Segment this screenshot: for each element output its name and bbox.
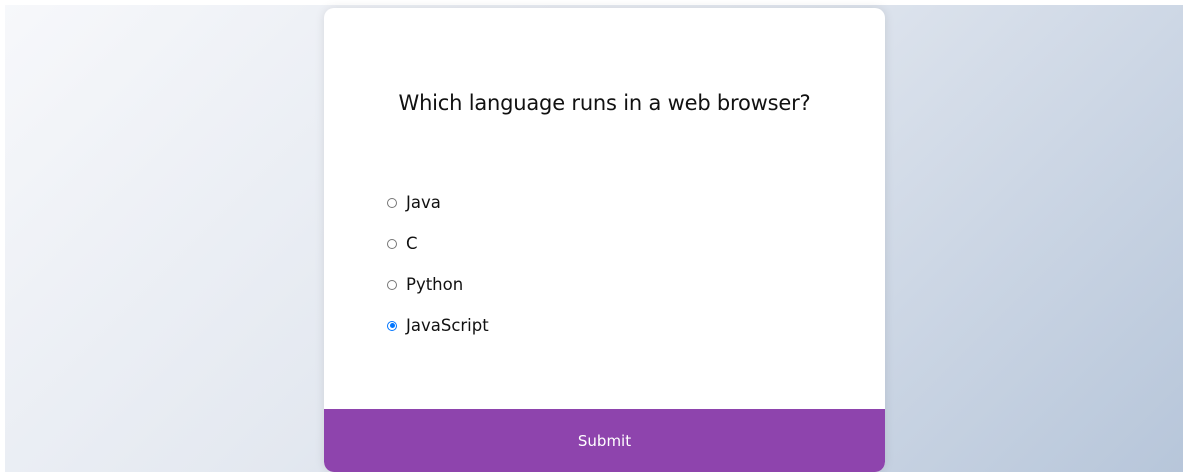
radio-python[interactable] — [387, 279, 397, 290]
answer-item-c: C — [387, 223, 827, 264]
radio-javascript[interactable] — [387, 320, 397, 331]
left-border — [0, 0, 5, 472]
answer-label-java: Java — [406, 193, 441, 212]
radio-java[interactable] — [387, 197, 397, 208]
quiz-card: Which language runs in a web browser? Ja… — [324, 8, 885, 472]
answer-option-java[interactable]: Java — [387, 193, 441, 212]
answer-option-python[interactable]: Python — [387, 275, 463, 294]
answer-list: Java C Python JavaScript — [387, 182, 827, 346]
radio-c[interactable] — [387, 238, 397, 249]
question-title: Which language runs in a web browser? — [398, 91, 811, 115]
submit-button[interactable]: Submit — [324, 409, 885, 472]
answer-item-java: Java — [387, 182, 827, 223]
answer-label-c: C — [406, 234, 418, 253]
answer-option-c[interactable]: C — [387, 234, 418, 253]
top-border — [0, 0, 1183, 5]
answer-label-javascript: JavaScript — [406, 316, 489, 335]
answer-option-javascript[interactable]: JavaScript — [387, 316, 489, 335]
answer-label-python: Python — [406, 275, 464, 294]
answer-item-python: Python — [387, 264, 827, 305]
answer-item-javascript: JavaScript — [387, 305, 827, 346]
